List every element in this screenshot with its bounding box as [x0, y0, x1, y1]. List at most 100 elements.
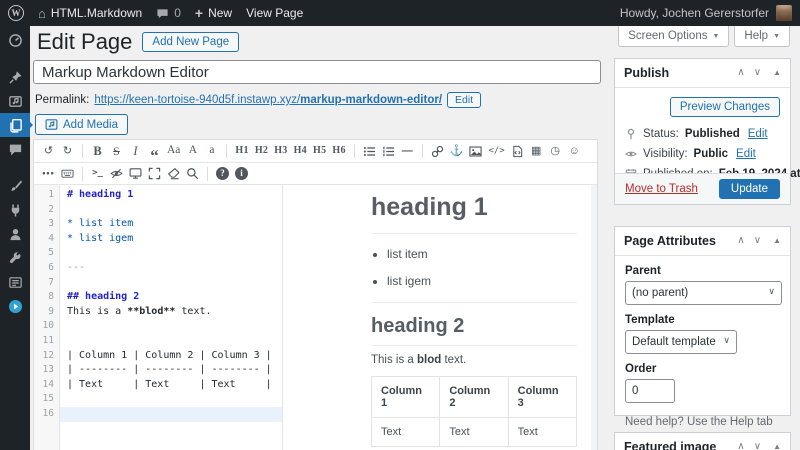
heading-6-button[interactable]: H6 — [329, 142, 348, 161]
code-editor-pane[interactable]: # heading 1 * list item * list igem --- ## h… — [60, 185, 282, 450]
code-line-9[interactable]: This is a **blod** text. — [60, 305, 282, 320]
code-line-15[interactable] — [60, 392, 282, 407]
uppercase-button[interactable]: A — [183, 142, 202, 161]
comments-menu[interactable]: 0 — [156, 6, 181, 20]
screen-options-tab[interactable]: Screen Options ▼ — [618, 26, 730, 47]
sidebar-item-dashboard[interactable] — [0, 28, 30, 52]
sidebar-item-comments[interactable] — [0, 137, 30, 161]
desktop-preview-button[interactable] — [126, 164, 145, 183]
move-up-icon[interactable]: ∧ — [737, 68, 744, 78]
bold-button[interactable]: B — [88, 142, 107, 161]
new-content-menu[interactable]: + New — [195, 6, 232, 20]
link-icon — [431, 145, 443, 157]
image-button[interactable] — [466, 142, 485, 161]
move-to-trash-link[interactable]: Move to Trash — [625, 183, 698, 195]
hide-preview-button[interactable] — [107, 164, 126, 183]
sidebar-item-plugins[interactable] — [0, 198, 30, 222]
heading-1-button[interactable]: H1 — [232, 142, 251, 161]
markdown-preview-pane[interactable]: heading 1 list item list igem heading 2 T… — [282, 185, 597, 450]
sidebar-item-instawp[interactable] — [0, 294, 30, 318]
sidebar-item-media[interactable] — [0, 89, 30, 113]
code-line-12[interactable]: | Column 1 | Column 2 | Column 3 | — [60, 349, 282, 364]
view-page-menu[interactable]: View Page — [246, 6, 303, 20]
move-down-icon[interactable]: ∨ — [754, 442, 761, 450]
code-line-16[interactable] — [60, 406, 282, 422]
move-down-icon[interactable]: ∨ — [754, 236, 761, 246]
add-media-button[interactable]: Add Media — [35, 114, 128, 135]
search-button[interactable] — [183, 164, 202, 183]
code-line-6[interactable]: --- — [60, 261, 282, 276]
heading-3-button[interactable]: H3 — [271, 142, 290, 161]
code-line-14[interactable]: | Text | Text | Text | — [60, 378, 282, 393]
move-down-icon[interactable]: ∨ — [754, 68, 761, 78]
template-select[interactable]: Default template — [625, 330, 737, 354]
parent-select[interactable]: (no parent) — [625, 281, 782, 305]
code-line-10[interactable] — [60, 319, 282, 334]
sidebar-item-pages[interactable] — [0, 113, 33, 137]
code-line-7[interactable] — [60, 276, 282, 291]
code-line-4[interactable]: * list igem — [60, 232, 282, 247]
italic-button[interactable]: I — [126, 142, 145, 161]
site-name-menu[interactable]: ⌂ HTML.Markdown — [38, 6, 142, 20]
info-button[interactable]: i — [232, 164, 251, 183]
add-new-page-button[interactable]: Add New Page — [142, 32, 240, 52]
sidebar-item-appearance[interactable] — [0, 174, 30, 198]
ordered-list-button[interactable] — [379, 142, 398, 161]
post-title-input[interactable] — [33, 60, 601, 84]
featured-image-header[interactable]: Featured image ∧ ∨ ▲ — [615, 433, 790, 450]
code-line-5[interactable] — [60, 246, 282, 261]
code-line-11[interactable] — [60, 334, 282, 349]
keyboard-shortcuts-button[interactable] — [58, 164, 77, 183]
inline-code-button[interactable]: </> — [485, 142, 507, 161]
clear-formatting-button[interactable] — [164, 164, 183, 183]
code-line-3[interactable]: * list item — [60, 217, 282, 232]
page-attributes-header[interactable]: Page Attributes ∧ ∨ ▲ — [615, 227, 790, 256]
code-line-13[interactable]: | -------- | -------- | -------- | — [60, 363, 282, 378]
toggle-panel-icon[interactable]: ▲ — [773, 237, 781, 245]
publish-box-header[interactable]: Publish ∧ ∨ ▲ — [615, 59, 790, 88]
blockquote-button[interactable]: “ — [145, 142, 164, 164]
sidebar-item-users[interactable] — [0, 222, 30, 246]
update-button[interactable]: Update — [718, 179, 780, 199]
heading-2-button[interactable]: H2 — [252, 142, 271, 161]
wordpress-logo-menu[interactable]: W — [8, 5, 24, 21]
lowercase-button[interactable]: a — [202, 142, 221, 161]
unordered-list-button[interactable] — [360, 142, 379, 161]
code-block-button[interactable] — [508, 142, 527, 161]
preview-changes-button[interactable]: Preview Changes — [669, 97, 780, 117]
strikethrough-button[interactable]: S — [107, 142, 126, 161]
edit-status-link[interactable]: Edit — [748, 128, 768, 140]
edit-permalink-button[interactable]: Edit — [447, 92, 482, 108]
horizontal-rule-button[interactable]: — — [398, 142, 417, 161]
permalink-link[interactable]: https://keen-tortoise-940d5f.instawp.xyz… — [94, 94, 442, 106]
code-token-list: * list item — [67, 218, 134, 230]
redo-button[interactable]: ↻ — [58, 142, 77, 161]
anchor-button[interactable]: ⚓ — [447, 142, 467, 161]
fullscreen-button[interactable] — [145, 164, 164, 183]
howdy-account-menu[interactable]: Howdy, Jochen Gererstorfer — [620, 6, 769, 20]
toggle-panel-icon[interactable]: ▲ — [773, 69, 781, 77]
heading-5-button[interactable]: H5 — [310, 142, 329, 161]
move-up-icon[interactable]: ∧ — [737, 236, 744, 246]
sidebar-item-tools[interactable] — [0, 246, 30, 270]
terminal-view-button[interactable]: >_ — [88, 164, 107, 183]
table-button[interactable]: ▦ — [527, 142, 546, 161]
more-options-button[interactable]: ••• — [39, 164, 58, 183]
toggle-panel-icon[interactable]: ▲ — [773, 443, 781, 450]
clock-button[interactable]: ◷ — [546, 142, 565, 161]
heading-4-button[interactable]: H4 — [291, 142, 310, 161]
sidebar-item-posts[interactable] — [0, 65, 30, 89]
link-button[interactable] — [428, 142, 447, 161]
font-case-button[interactable]: Aa — [164, 142, 183, 161]
move-up-icon[interactable]: ∧ — [737, 442, 744, 450]
code-line-1[interactable]: # heading 1 — [60, 188, 282, 203]
undo-button[interactable]: ↺ — [39, 142, 58, 161]
emoji-button[interactable]: ☺ — [565, 142, 584, 161]
sidebar-item-settings[interactable] — [0, 270, 30, 294]
code-line-2[interactable] — [60, 203, 282, 218]
help-button[interactable]: ? — [213, 164, 232, 183]
edit-visibility-link[interactable]: Edit — [736, 148, 756, 160]
code-line-8[interactable]: ## heading 2 — [60, 290, 282, 305]
help-tab[interactable]: Help ▼ — [734, 26, 790, 47]
order-input[interactable] — [625, 379, 675, 403]
